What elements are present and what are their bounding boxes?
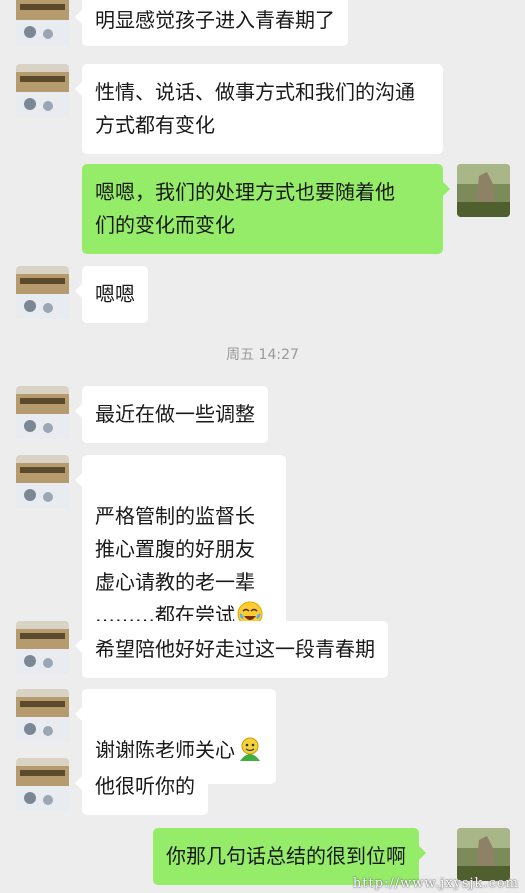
- user-avatar[interactable]: [457, 164, 510, 217]
- message-bubble: 性情、说话、做事方式和我们的沟通 方式都有变化: [75, 64, 443, 154]
- contact-avatar[interactable]: [16, 64, 69, 117]
- message-bubble-outgoing: 嗯嗯，我们的处理方式也要随着他 们的变化而变化: [82, 164, 450, 254]
- watermark: http://www.jxysjk.com: [352, 876, 519, 891]
- message-text: 严格管制的监督长 推心置腹的好朋友 虚心请教的老一辈 ………都在尝试: [95, 504, 255, 627]
- message-bubble: 他很听你的: [75, 758, 208, 815]
- contact-avatar[interactable]: [16, 266, 69, 319]
- contact-avatar[interactable]: [16, 689, 69, 742]
- contact-avatar[interactable]: [16, 455, 69, 508]
- timestamp: 周五 14:27: [226, 347, 299, 363]
- message-bubble: 希望陪他好好走过这一段青春期: [75, 621, 388, 678]
- message-bubble: 最近在做一些调整: [75, 386, 268, 443]
- green-face-emoji-icon: [237, 736, 263, 772]
- contact-avatar[interactable]: [16, 758, 69, 811]
- contact-avatar[interactable]: [16, 621, 69, 674]
- message-bubble: 嗯嗯: [75, 266, 148, 323]
- message-bubble: 明显感觉孩子进入青春期了: [75, 0, 348, 46]
- contact-avatar[interactable]: [16, 386, 69, 439]
- user-avatar[interactable]: [457, 828, 510, 881]
- contact-avatar[interactable]: [16, 0, 69, 45]
- message-bubble: 严格管制的监督长 推心置腹的好朋友 虚心请教的老一辈 ………都在尝试: [75, 455, 286, 649]
